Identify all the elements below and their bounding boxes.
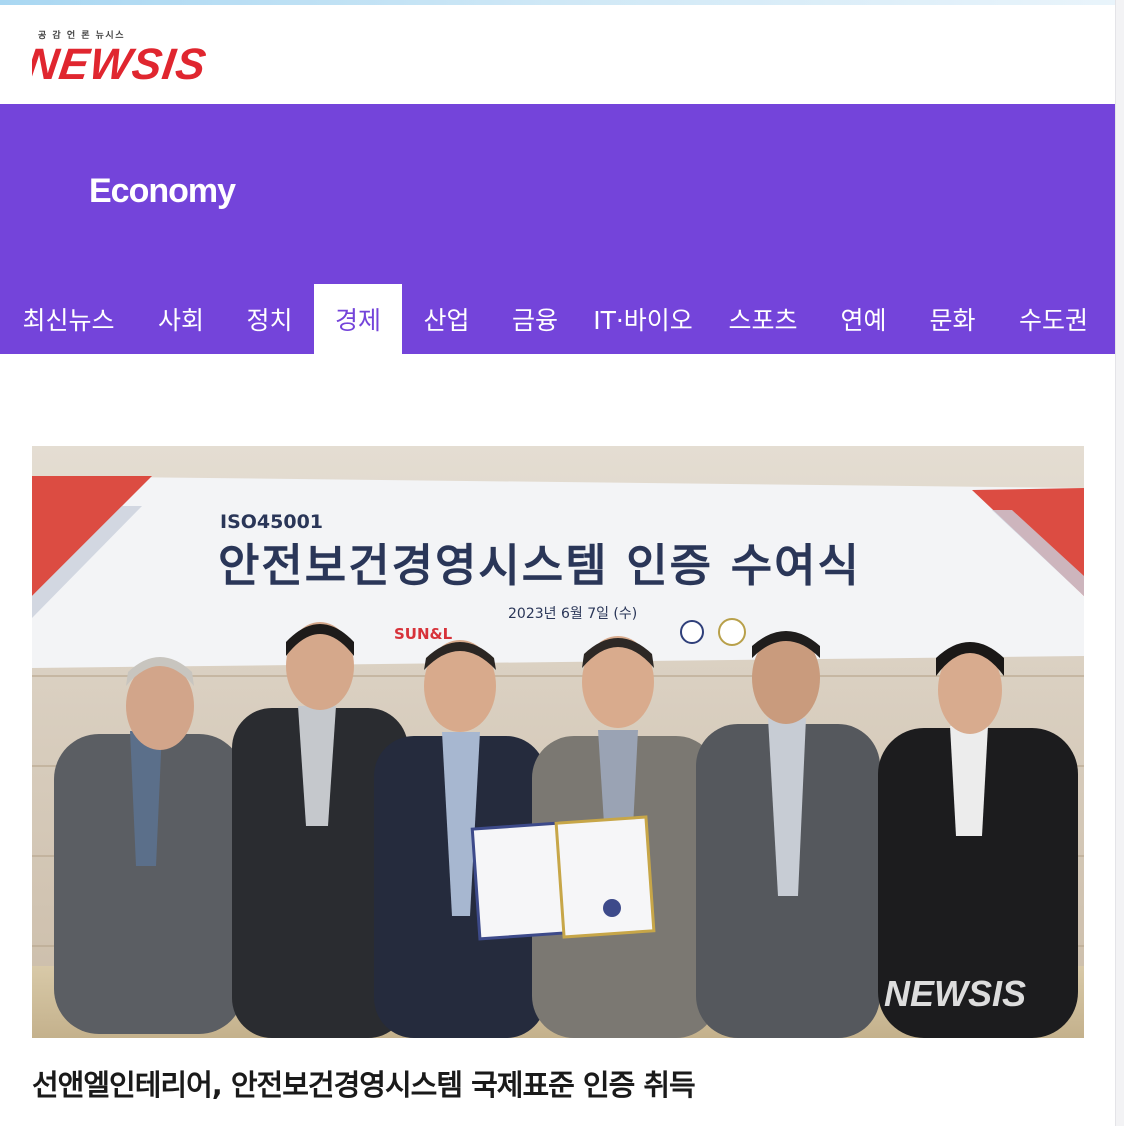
- svg-text:ISO45001: ISO45001: [220, 511, 323, 533]
- newsis-watermark: NEWSIS: [884, 973, 1026, 1014]
- svg-text:SUN&L: SUN&L: [394, 625, 453, 643]
- svg-text:안전보건경영시스템 인증 수여식: 안전보건경영시스템 인증 수여식: [218, 539, 861, 592]
- ceremony-photo: ISO45001 안전보건경영시스템 인증 수여식 2023년 6월 7일 (수…: [32, 446, 1084, 1038]
- section-banner: Economy 최신뉴스 사회 정치 경제 산업 금융 IT·바이오 스포츠 연예 문화 수도권: [0, 104, 1116, 354]
- nav-item-0[interactable]: 최신뉴스: [0, 284, 137, 354]
- site-header: 공 감 언 론 뉴시스 NEWSIS: [0, 5, 1116, 104]
- nav-item-1[interactable]: 사회: [137, 284, 225, 354]
- nav-item-9[interactable]: 문화: [908, 284, 997, 354]
- section-title: Economy: [89, 172, 236, 210]
- nav-item-5[interactable]: 금융: [491, 284, 579, 354]
- svg-text:2023년 6월 7일 (수): 2023년 6월 7일 (수): [508, 606, 637, 622]
- nav-item-7[interactable]: 스포츠: [707, 284, 819, 354]
- scrollbar-track[interactable]: [1115, 0, 1124, 1126]
- nav-item-3[interactable]: 경제: [314, 284, 402, 354]
- logo-wordmark: 공 감 언 론 뉴시스 NEWSIS: [23, 29, 210, 89]
- ceremony-banner: ISO45001 안전보건경영시스템 인증 수여식 2023년 6월 7일 (수…: [32, 476, 1084, 668]
- nav-item-2[interactable]: 정치: [225, 284, 314, 354]
- article-headline[interactable]: 선앤엘인테리어, 안전보건경영시스템 국제표준 인증 취득: [32, 1062, 1092, 1104]
- nav-item-6[interactable]: IT·바이오: [579, 284, 707, 354]
- svg-text:공 감 언 론 뉴시스: 공 감 언 론 뉴시스: [38, 29, 125, 41]
- nav-item-4[interactable]: 산업: [402, 284, 491, 354]
- article-photo[interactable]: ISO45001 안전보건경영시스템 인증 수여식 2023년 6월 7일 (수…: [32, 446, 1084, 1038]
- newsis-logo[interactable]: 공 감 언 론 뉴시스 NEWSIS: [23, 27, 256, 89]
- nav-item-8[interactable]: 연예: [819, 284, 908, 354]
- nav-item-10[interactable]: 수도권: [997, 284, 1110, 354]
- category-nav: 최신뉴스 사회 정치 경제 산업 금융 IT·바이오 스포츠 연예 문화 수도권: [0, 284, 1116, 354]
- svg-text:NEWSIS: NEWSIS: [32, 40, 210, 87]
